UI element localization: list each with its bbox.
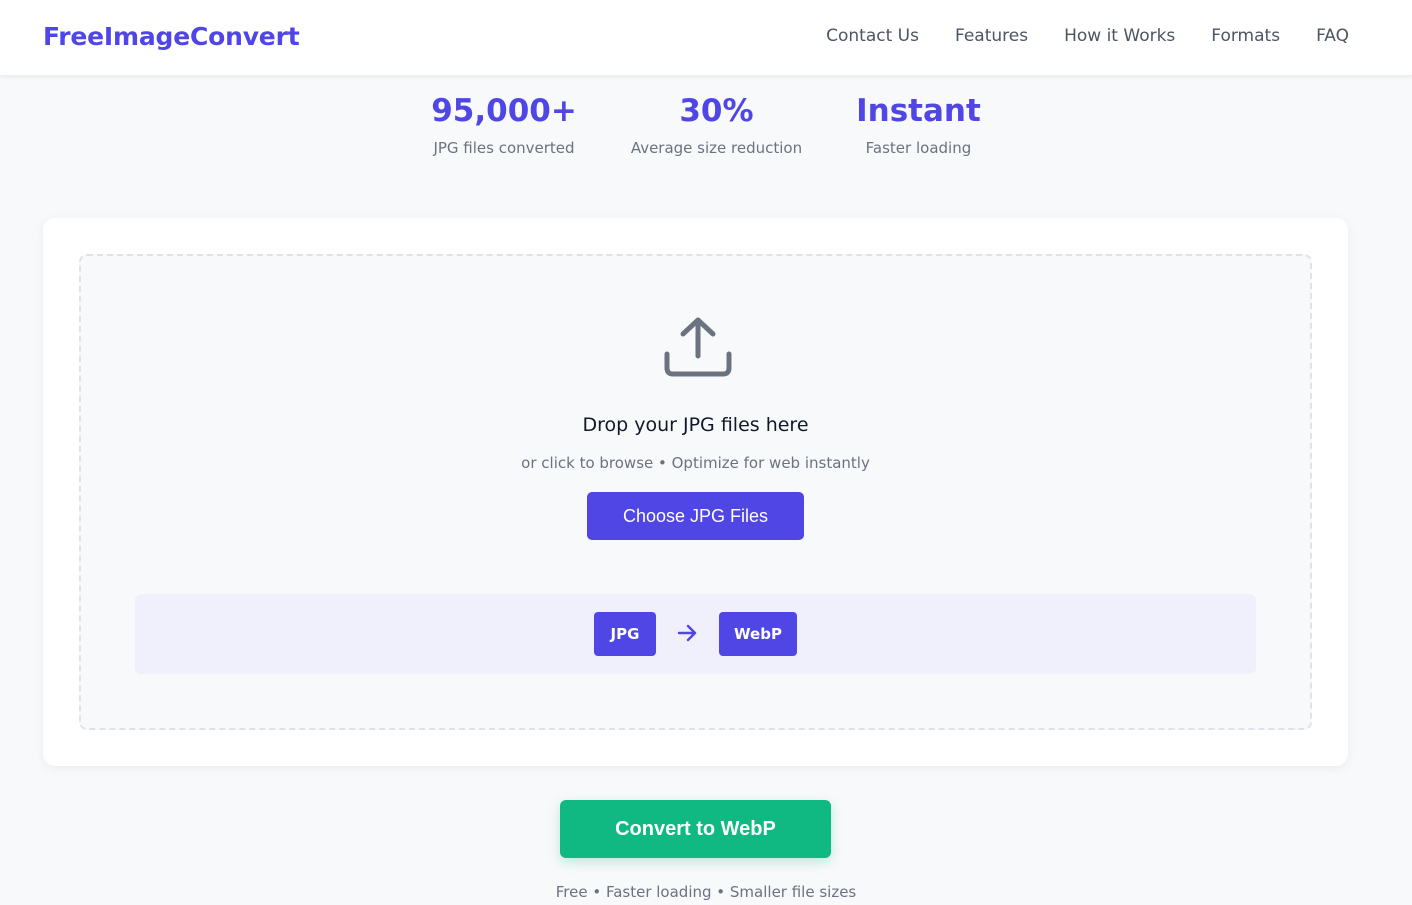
nav-link-contact-us[interactable]: Contact Us [826, 26, 919, 46]
stat-value: Instant [856, 93, 981, 129]
stat-files-converted: 95,000+ JPG files converted [431, 92, 577, 157]
choose-files-button[interactable]: Choose JPG Files [587, 492, 804, 540]
upload-card: Drop your JPG files here or click to bro… [43, 218, 1348, 766]
convert-button[interactable]: Convert to WebP [560, 800, 831, 858]
format-conversion-strip: JPG WebP [135, 594, 1256, 674]
file-dropzone[interactable]: Drop your JPG files here or click to bro… [79, 254, 1312, 730]
navbar: FreeImageConvert Contact Us Features How… [0, 0, 1412, 76]
nav-link-formats[interactable]: Formats [1211, 26, 1280, 46]
source-format-badge: JPG [594, 612, 656, 656]
stat-loading: Instant Faster loading [856, 92, 981, 157]
nav-link-features[interactable]: Features [955, 26, 1028, 46]
stat-label: Average size reduction [630, 139, 803, 157]
brand-logo[interactable]: FreeImageConvert [43, 22, 300, 51]
nav-links: Contact Us Features How it Works Formats… [826, 26, 1349, 46]
upload-icon [664, 317, 732, 377]
dropzone-subtitle: or click to browse • Optimize for web in… [521, 454, 870, 472]
arrow-right-icon [677, 624, 697, 642]
convert-note: Free • Faster loading • Smaller file siz… [555, 883, 857, 901]
stat-label: JPG files converted [433, 139, 575, 157]
stat-label: Faster loading [865, 139, 972, 157]
nav-link-how-it-works[interactable]: How it Works [1064, 26, 1175, 46]
stat-value: 95,000+ [431, 93, 577, 129]
stats-row: 95,000+ JPG files converted 30% Average … [0, 92, 1412, 157]
nav-link-faq[interactable]: FAQ [1316, 26, 1349, 46]
stat-value: 30% [679, 93, 754, 129]
dropzone-title: Drop your JPG files here [582, 414, 809, 436]
stat-size-reduction: 30% Average size reduction [631, 92, 802, 157]
target-format-badge: WebP [719, 612, 797, 656]
